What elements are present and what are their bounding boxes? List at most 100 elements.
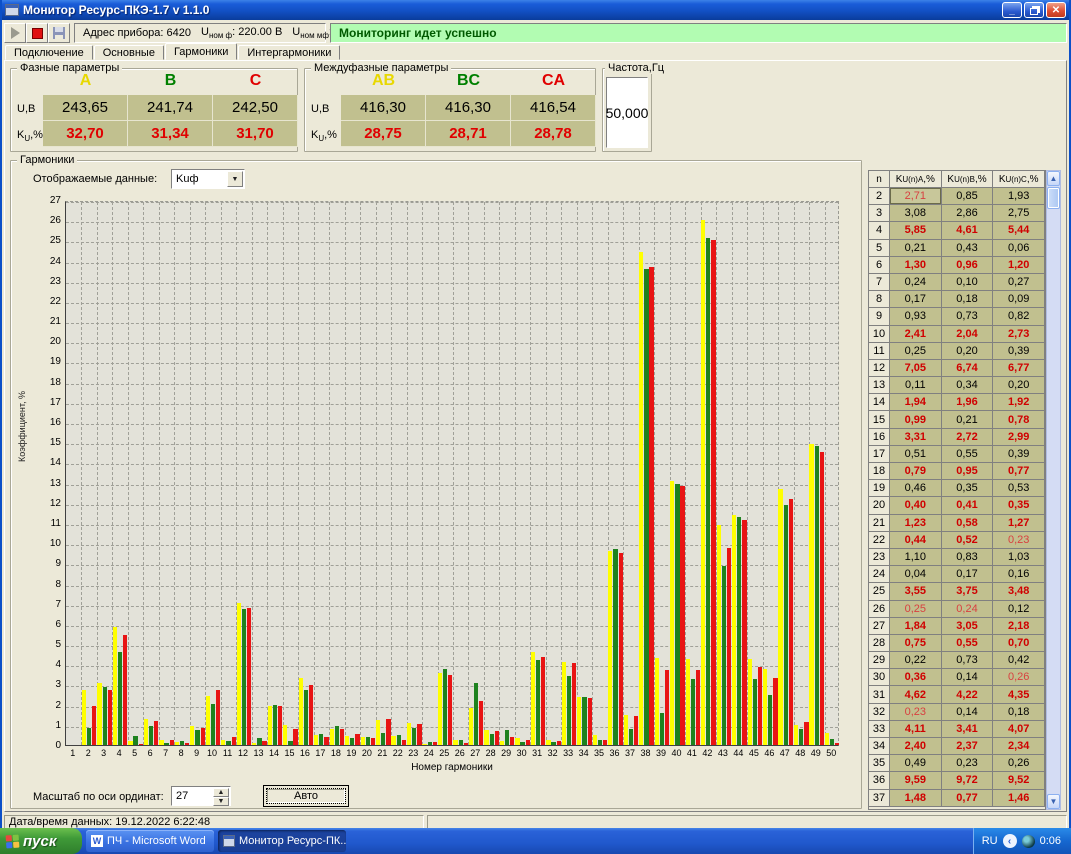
task-button-word[interactable]: W ПЧ - Microsoft Word bbox=[86, 830, 214, 852]
table-cell[interactable]: 2,75 bbox=[993, 205, 1045, 222]
scroll-up-button[interactable]: ▲ bbox=[1047, 171, 1060, 186]
table-cell[interactable]: 0,18 bbox=[993, 704, 1045, 721]
table-cell[interactable]: 0,73 bbox=[942, 652, 994, 669]
table-cell[interactable]: 1,10 bbox=[890, 549, 942, 566]
table-cell[interactable]: 0,85 bbox=[942, 188, 994, 205]
table-cell[interactable]: 0,55 bbox=[942, 635, 994, 652]
table-cell[interactable]: 2,72 bbox=[942, 429, 994, 446]
tab-basic[interactable]: Основные bbox=[94, 45, 164, 60]
table-cell[interactable]: 2,40 bbox=[890, 738, 942, 755]
table-scrollbar[interactable]: ▲ ▼ bbox=[1046, 170, 1061, 810]
table-cell[interactable]: 0,53 bbox=[993, 480, 1045, 497]
scale-spinner[interactable]: 27 ▲ ▼ bbox=[171, 786, 231, 806]
table-cell[interactable]: 3,05 bbox=[942, 618, 994, 635]
table-cell[interactable]: 0,34 bbox=[942, 377, 994, 394]
table-cell[interactable]: 6,77 bbox=[993, 360, 1045, 377]
table-cell[interactable]: 5,44 bbox=[993, 222, 1045, 239]
table-cell[interactable]: 3,41 bbox=[942, 721, 994, 738]
restore-button[interactable] bbox=[1024, 2, 1044, 18]
table-cell[interactable]: 1,84 bbox=[890, 618, 942, 635]
spinner-up-button[interactable]: ▲ bbox=[213, 788, 229, 797]
table-cell[interactable]: 0,49 bbox=[890, 755, 942, 772]
table-cell[interactable]: 1,96 bbox=[942, 394, 994, 411]
table-cell[interactable]: 2,41 bbox=[890, 326, 942, 343]
start-button[interactable]: пуск bbox=[0, 828, 82, 854]
table-cell[interactable]: 2,04 bbox=[942, 326, 994, 343]
table-cell[interactable]: 0,26 bbox=[993, 755, 1045, 772]
table-cell[interactable]: 0,21 bbox=[942, 411, 994, 428]
display-data-combo[interactable]: Kuф ▼ bbox=[171, 169, 245, 189]
table-cell[interactable]: 0,26 bbox=[993, 669, 1045, 686]
table-cell[interactable]: 2,73 bbox=[993, 326, 1045, 343]
table-cell[interactable]: 0,99 bbox=[890, 411, 942, 428]
table-cell[interactable]: 0,24 bbox=[942, 601, 994, 618]
table-cell[interactable]: 0,41 bbox=[942, 497, 994, 514]
table-cell[interactable]: 2,34 bbox=[993, 738, 1045, 755]
combo-dropdown-button[interactable]: ▼ bbox=[227, 171, 243, 187]
table-cell[interactable]: 0,78 bbox=[993, 411, 1045, 428]
table-cell[interactable]: 0,17 bbox=[890, 291, 942, 308]
stop-monitoring-button[interactable] bbox=[26, 23, 48, 43]
table-cell[interactable]: 0,82 bbox=[993, 308, 1045, 325]
table-cell[interactable]: 0,46 bbox=[890, 480, 942, 497]
table-cell[interactable]: 7,05 bbox=[890, 360, 942, 377]
table-cell[interactable]: 0,23 bbox=[942, 755, 994, 772]
tab-interharmonics[interactable]: Интергармоники bbox=[238, 45, 340, 60]
table-cell[interactable]: 0,95 bbox=[942, 463, 994, 480]
table-cell[interactable]: 0,83 bbox=[942, 549, 994, 566]
table-cell[interactable]: 1,27 bbox=[993, 515, 1045, 532]
table-cell[interactable]: 0,40 bbox=[890, 497, 942, 514]
table-cell[interactable]: 0,52 bbox=[942, 532, 994, 549]
tray-chevron-button[interactable]: ‹ bbox=[1003, 834, 1017, 848]
table-cell[interactable]: 0,11 bbox=[890, 377, 942, 394]
minimize-button[interactable]: _ bbox=[1002, 2, 1022, 18]
table-cell[interactable]: 0,79 bbox=[890, 463, 942, 480]
table-cell[interactable]: 1,46 bbox=[993, 790, 1045, 807]
tray-icon[interactable] bbox=[1022, 835, 1035, 848]
table-cell[interactable]: 0,17 bbox=[942, 566, 994, 583]
table-cell[interactable]: 2,99 bbox=[993, 429, 1045, 446]
table-cell[interactable]: 1,48 bbox=[890, 790, 942, 807]
table-cell[interactable]: 9,52 bbox=[993, 772, 1045, 789]
table-cell[interactable]: 6,74 bbox=[942, 360, 994, 377]
save-button[interactable] bbox=[48, 23, 70, 43]
task-button-monitor[interactable]: Монитор Ресурс-ПК... bbox=[218, 830, 346, 852]
table-cell[interactable]: 2,37 bbox=[942, 738, 994, 755]
table-cell[interactable]: 0,24 bbox=[890, 274, 942, 291]
table-cell[interactable]: 0,96 bbox=[942, 257, 994, 274]
table-cell[interactable]: 0,42 bbox=[993, 652, 1045, 669]
table-cell[interactable]: 0,35 bbox=[993, 497, 1045, 514]
table-cell[interactable]: 2,86 bbox=[942, 205, 994, 222]
table-cell[interactable]: 0,70 bbox=[993, 635, 1045, 652]
close-button[interactable]: ✕ bbox=[1046, 2, 1066, 18]
table-cell[interactable]: 0,23 bbox=[993, 532, 1045, 549]
table-cell[interactable]: 0,73 bbox=[942, 308, 994, 325]
table-cell[interactable]: 2,71 bbox=[890, 188, 942, 205]
table-cell[interactable]: 5,85 bbox=[890, 222, 942, 239]
table-cell[interactable]: 1,92 bbox=[993, 394, 1045, 411]
table-cell[interactable]: 4,22 bbox=[942, 686, 994, 703]
table-cell[interactable]: 0,93 bbox=[890, 308, 942, 325]
table-cell[interactable]: 0,06 bbox=[993, 240, 1045, 257]
table-cell[interactable]: 0,77 bbox=[993, 463, 1045, 480]
table-cell[interactable]: 0,25 bbox=[890, 343, 942, 360]
table-cell[interactable]: 1,20 bbox=[993, 257, 1045, 274]
start-monitoring-button[interactable] bbox=[4, 23, 26, 43]
table-cell[interactable]: 0,22 bbox=[890, 652, 942, 669]
table-cell[interactable]: 4,61 bbox=[942, 222, 994, 239]
language-indicator[interactable]: RU bbox=[982, 835, 998, 847]
table-cell[interactable]: 0,35 bbox=[942, 480, 994, 497]
table-cell[interactable]: 0,75 bbox=[890, 635, 942, 652]
table-cell[interactable]: 3,48 bbox=[993, 583, 1045, 600]
table-cell[interactable]: 0,10 bbox=[942, 274, 994, 291]
table-cell[interactable]: 1,23 bbox=[890, 515, 942, 532]
table-cell[interactable]: 0,39 bbox=[993, 446, 1045, 463]
table-cell[interactable]: 0,25 bbox=[890, 601, 942, 618]
table-cell[interactable]: 1,03 bbox=[993, 549, 1045, 566]
auto-scale-button[interactable]: Авто bbox=[263, 785, 349, 807]
table-cell[interactable]: 0,09 bbox=[993, 291, 1045, 308]
tab-connection[interactable]: Подключение bbox=[5, 45, 93, 60]
table-cell[interactable]: 0,04 bbox=[890, 566, 942, 583]
table-cell[interactable]: 9,59 bbox=[890, 772, 942, 789]
table-cell[interactable]: 0,36 bbox=[890, 669, 942, 686]
